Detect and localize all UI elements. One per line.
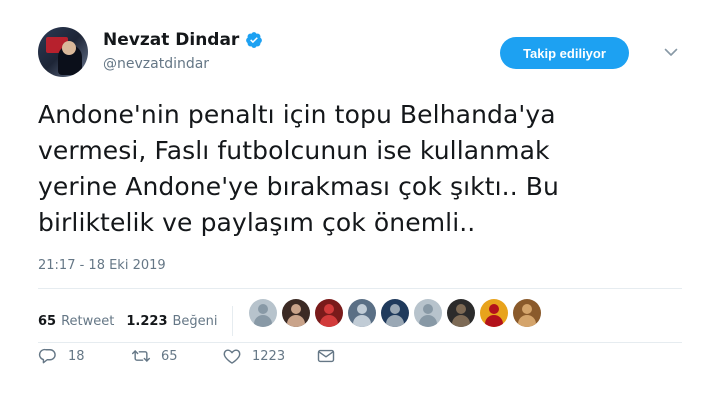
like-stat[interactable]: 1.223 Beğeni [126, 314, 217, 329]
liker-avatars [249, 299, 546, 327]
team-logo-avatar[interactable] [315, 299, 343, 327]
tweet-timestamp[interactable]: 21:17 - 18 Eki 2019 [38, 258, 166, 273]
person-avatar[interactable] [282, 299, 310, 327]
author-handle[interactable]: @nevzatdindar [103, 56, 209, 72]
tweet-text-line: birliktelik ve paylaşım çok önemli.. [38, 208, 476, 237]
person-avatar[interactable] [447, 299, 475, 327]
divider [38, 288, 682, 289]
envelope-icon [317, 349, 335, 363]
retweet-icon [131, 350, 151, 362]
tweet-card: Nevzat Dindar @nevzatdindar Takip ediliy… [0, 0, 720, 412]
like-button[interactable]: 1223 [222, 346, 285, 366]
person-avatar[interactable] [381, 299, 409, 327]
divider [38, 342, 682, 343]
reply-count: 18 [68, 348, 85, 364]
person-avatar[interactable] [513, 299, 541, 327]
tweet-text-line: vermesi, Faslı futbolcunun ise kullanmak [38, 136, 550, 165]
retweet-stat[interactable]: 65 Retweet [38, 314, 114, 329]
like-label: Beğeni [172, 313, 218, 329]
following-button[interactable]: Takip ediliyor [500, 37, 629, 69]
author-display-name[interactable]: Nevzat Dindar [103, 30, 239, 50]
tweet-text-line: Andone'nin penaltı için topu Belhanda'ya [38, 100, 556, 129]
retweet-count: 65 [38, 313, 57, 329]
verified-badge-icon [245, 31, 263, 49]
heart-icon [223, 349, 241, 364]
scene-avatar[interactable] [348, 299, 376, 327]
tweet-text: Andone'nin penaltı için topu Belhanda'ya… [38, 97, 668, 241]
direct-message-button[interactable] [316, 346, 336, 366]
reply-icon [38, 348, 56, 364]
like-count: 1.223 [126, 313, 168, 329]
team-logo-avatar[interactable] [480, 299, 508, 327]
retweet-action-count: 65 [161, 348, 178, 364]
avatar[interactable] [38, 27, 88, 77]
default-avatar[interactable] [414, 299, 442, 327]
default-avatar[interactable] [249, 299, 277, 327]
author-name-row: Nevzat Dindar [103, 30, 263, 50]
like-action-count: 1223 [252, 348, 286, 364]
retweet-label: Retweet [61, 313, 115, 329]
tweet-stats: 65 Retweet 1.223 Beğeni [38, 306, 243, 336]
retweet-button[interactable]: 65 [131, 346, 178, 366]
stats-separator [231, 306, 233, 336]
tweet-text-line: yerine Andone'ye bırakması çok şıktı.. B… [38, 172, 559, 201]
chevron-down-icon[interactable] [663, 44, 679, 60]
reply-button[interactable]: 18 [38, 346, 85, 366]
